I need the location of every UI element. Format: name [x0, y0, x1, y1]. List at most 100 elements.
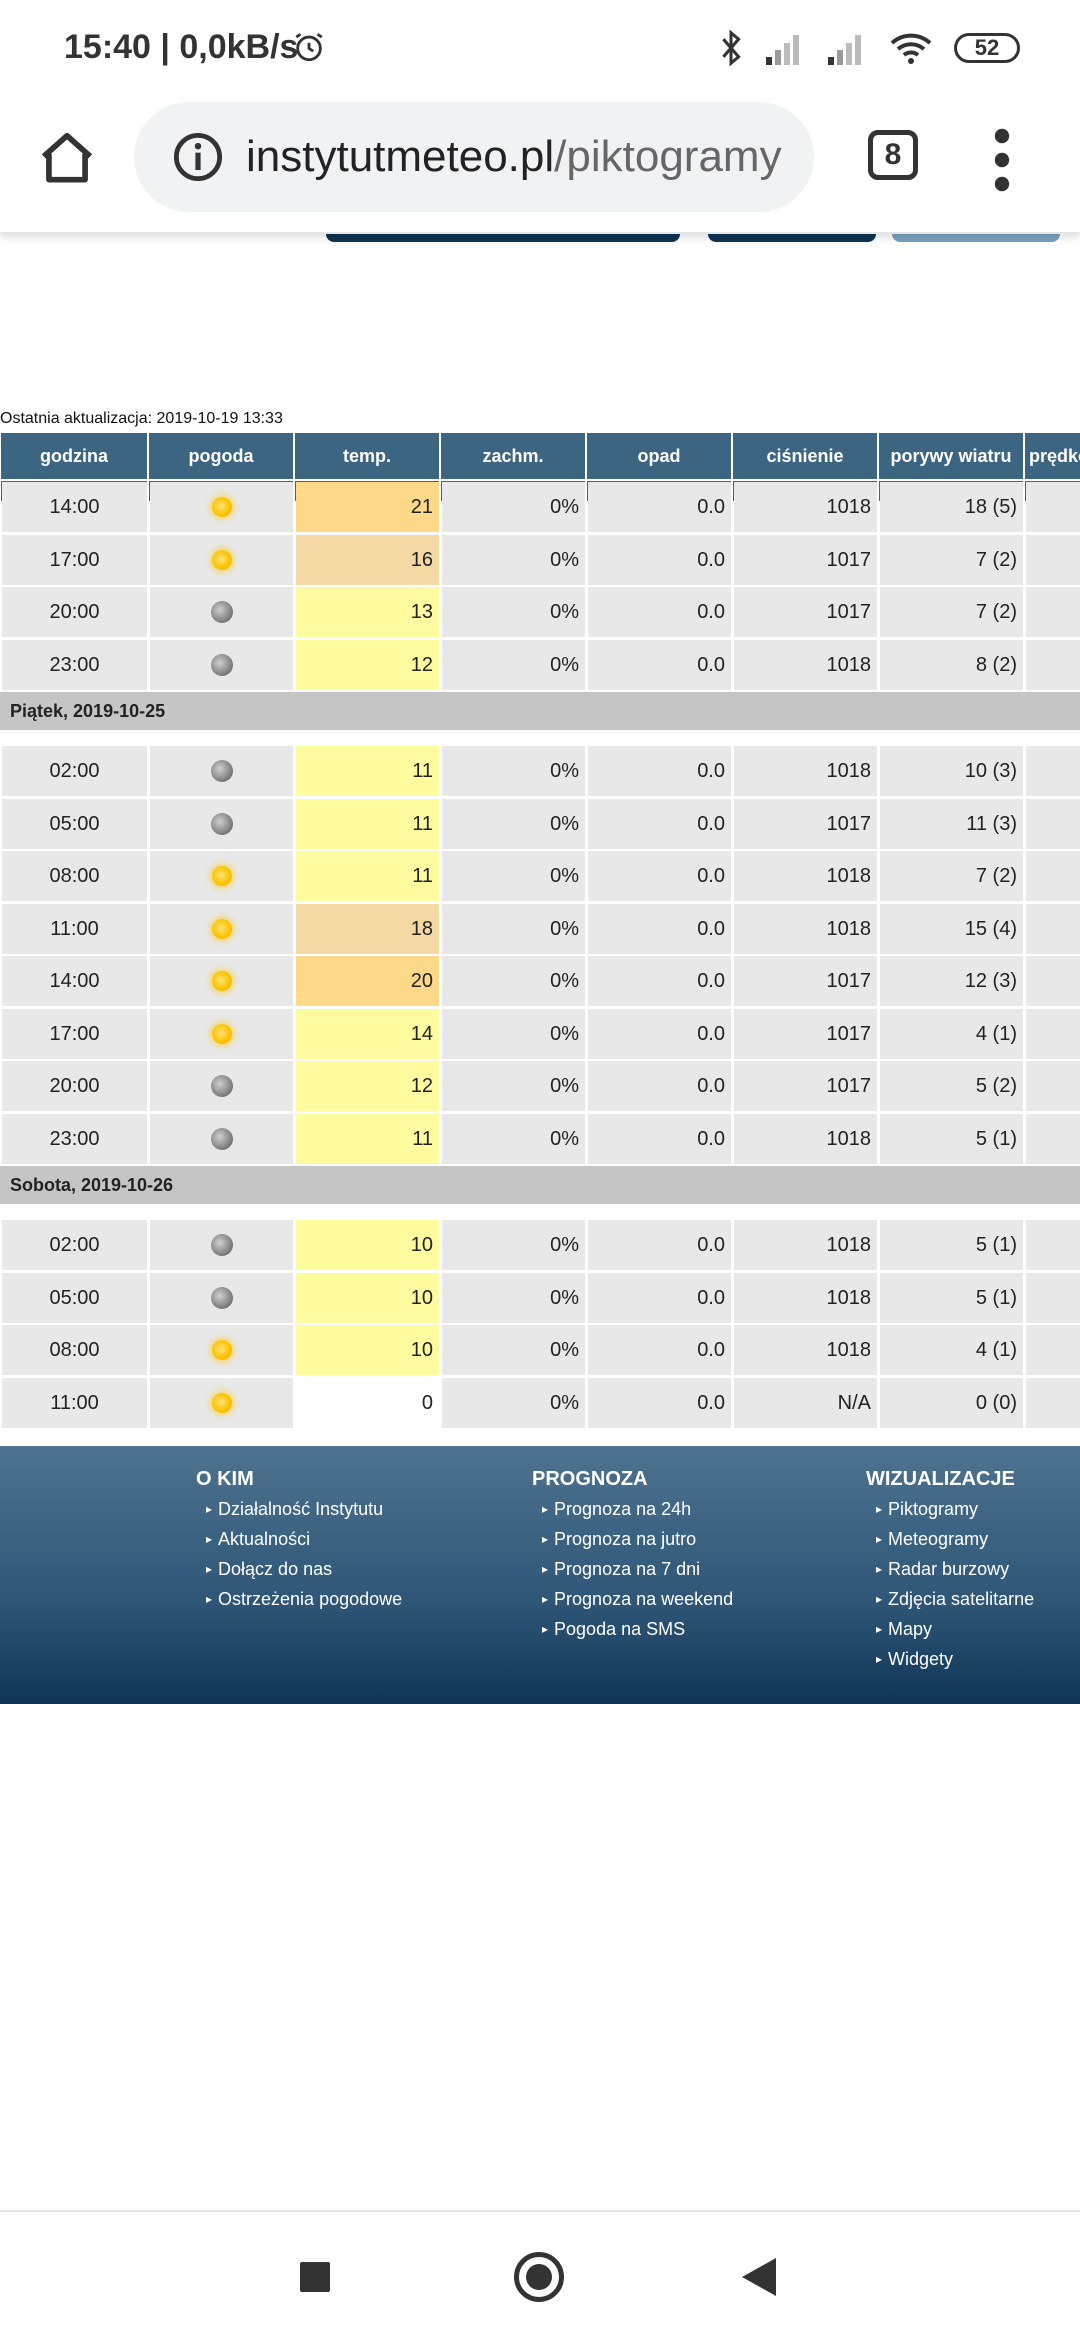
rain-cell: 0.0 — [588, 1325, 731, 1375]
footer-link[interactable]: Zdjęcia satelitarne — [876, 1589, 1034, 1610]
weather-cell — [150, 1325, 293, 1375]
pressure-cell: N/A — [734, 1377, 877, 1428]
cloud-cell: 0% — [442, 851, 585, 901]
rain-cell: 0.0 — [588, 534, 731, 585]
pressure-cell: 1018 — [734, 851, 877, 901]
weather-cell — [150, 1061, 293, 1111]
table-row: 11:00 0 0% 0.0 N/A 0 (0) — [0, 1377, 1080, 1430]
footer-link[interactable]: Radar burzowy — [876, 1559, 1034, 1580]
table-row: 05:00 10 0% 0.0 1018 5 (1) — [0, 1272, 1080, 1325]
bluetooth-icon — [722, 29, 741, 67]
cloud-cell: 0% — [442, 798, 585, 849]
cloud-cell: 0% — [442, 534, 585, 585]
back-button[interactable] — [742, 2258, 776, 2296]
pressure-cell: 1018 — [734, 1220, 877, 1270]
battery-indicator: 52 — [954, 33, 1020, 63]
footer-link[interactable]: Prognoza na 7 dni — [542, 1559, 733, 1580]
temp-cell: 10 — [296, 1220, 439, 1270]
gust-cell: 7 (2) — [880, 587, 1023, 637]
footer-link[interactable]: Aktualności — [206, 1529, 402, 1550]
pressure-cell: 1018 — [734, 1272, 877, 1323]
home-button[interactable] — [514, 2252, 564, 2302]
footer-link[interactable]: Prognoza na weekend — [542, 1589, 733, 1610]
footer-link[interactable]: Widgety — [876, 1649, 1034, 1670]
hour-cell: 11:00 — [2, 1377, 147, 1428]
rain-cell: 0.0 — [588, 1008, 731, 1059]
site-footer: O KIM Działalność Instytutu Aktualności Doł… — [0, 1446, 1080, 1704]
tabs-counter-button[interactable]: 8 — [868, 130, 918, 180]
weather-cell — [150, 798, 293, 849]
moon-icon — [210, 1127, 233, 1150]
browser-toolbar: instytutmeteo.pl/piktogramy 8 — [0, 100, 1080, 234]
gust-cell: 5 (1) — [880, 1220, 1023, 1270]
sun-icon — [211, 1340, 232, 1360]
rain-cell: 0.0 — [588, 1220, 731, 1270]
table-row: 20:00 13 0% 0.0 1017 7 (2) — [0, 587, 1080, 639]
temp-cell: 21 — [296, 482, 439, 532]
table-header-5: ciśnienie — [732, 432, 878, 480]
table-header-4: opad — [586, 432, 732, 480]
recent-apps-button[interactable] — [300, 2262, 330, 2292]
footer-link[interactable]: Meteogramy — [876, 1529, 1034, 1550]
hour-cell: 14:00 — [2, 956, 147, 1006]
table-row: 02:00 11 0% 0.0 1018 10 (3) — [0, 746, 1080, 798]
pressure-cell: 1017 — [734, 1008, 877, 1059]
rain-cell: 0.0 — [588, 1377, 731, 1428]
footer-link[interactable]: Mapy — [876, 1619, 1034, 1640]
pressure-cell: 1018 — [734, 746, 877, 796]
rain-cell: 0.0 — [588, 746, 731, 796]
hour-cell: 23:00 — [2, 1113, 147, 1164]
temp-cell: 20 — [296, 956, 439, 1006]
moon-icon — [210, 1075, 233, 1097]
temp-cell: 11 — [296, 851, 439, 901]
footer-link[interactable]: Prognoza na 24h — [542, 1499, 733, 1520]
footer-link[interactable]: Działalność Instytutu — [206, 1499, 402, 1520]
table-header-2: temp. — [294, 432, 440, 480]
url-text[interactable]: instytutmeteo.pl/piktogramy — [246, 132, 782, 182]
cloud-cell: 0% — [442, 1113, 585, 1164]
table-row: 02:00 10 0% 0.0 1018 5 (1) — [0, 1220, 1080, 1272]
table-row: 23:00 11 0% 0.0 1018 5 (1) — [0, 1113, 1080, 1166]
wind-speed-cell — [1026, 798, 1080, 849]
weather-cell — [150, 639, 293, 690]
gust-cell: 5 (2) — [880, 1061, 1023, 1111]
pressure-cell: 1017 — [734, 798, 877, 849]
sun-icon — [211, 549, 232, 570]
sun-icon — [211, 971, 232, 991]
hour-cell: 02:00 — [2, 746, 147, 796]
cloud-cell: 0% — [442, 746, 585, 796]
hour-cell: 20:00 — [2, 587, 147, 637]
footer-link[interactable]: Piktogramy — [876, 1499, 1034, 1520]
home-icon[interactable] — [36, 128, 98, 190]
footer-column: WIZUALIZACJE Piktogramy Meteogramy Radar bu… — [866, 1468, 1034, 1679]
wind-speed-cell — [1026, 956, 1080, 1006]
cloud-cell: 0% — [442, 1325, 585, 1375]
rain-cell: 0.0 — [588, 482, 731, 532]
cloud-cell: 0% — [442, 1377, 585, 1428]
info-icon[interactable] — [172, 131, 224, 183]
footer-link[interactable]: Pogoda na SMS — [542, 1619, 733, 1640]
moon-icon — [210, 601, 233, 623]
day-header: Piątek, 2019-10-25 — [0, 692, 1080, 730]
pressure-cell: 1018 — [734, 903, 877, 954]
more-menu-icon[interactable] — [992, 128, 1012, 192]
footer-heading: O KIM — [196, 1468, 254, 1490]
gust-cell: 15 (4) — [880, 903, 1023, 954]
rain-cell: 0.0 — [588, 1061, 731, 1111]
pressure-cell: 1018 — [734, 1113, 877, 1164]
gust-cell: 0 (0) — [880, 1377, 1023, 1428]
address-bar[interactable]: instytutmeteo.pl/piktogramy — [134, 102, 814, 212]
wind-speed-cell — [1026, 1113, 1080, 1164]
wind-speed-cell — [1026, 534, 1080, 585]
alarm-icon — [295, 33, 323, 62]
wind-speed-cell — [1026, 587, 1080, 637]
day-header: Sobota, 2019-10-26 — [0, 1166, 1080, 1204]
temp-cell: 18 — [296, 903, 439, 954]
temp-cell: 16 — [296, 534, 439, 585]
rain-cell: 0.0 — [588, 851, 731, 901]
footer-link[interactable]: Prognoza na jutro — [542, 1529, 733, 1550]
table-header-6: porywy wiatru — [878, 432, 1024, 480]
table-row: 11:00 18 0% 0.0 1018 15 (4) — [0, 903, 1080, 956]
footer-link[interactable]: Ostrzeżenia pogodowe — [206, 1589, 402, 1610]
footer-link[interactable]: Dołącz do nas — [206, 1559, 402, 1580]
